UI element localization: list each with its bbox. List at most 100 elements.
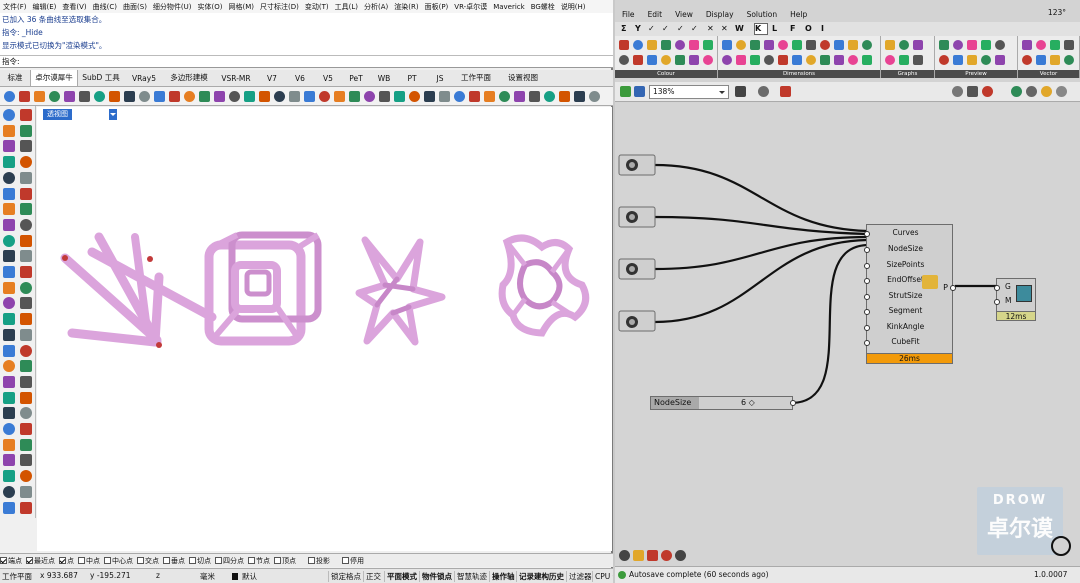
toolbar-tool-icon[interactable] bbox=[4, 91, 15, 102]
side-tool-icon[interactable] bbox=[3, 391, 15, 404]
side-tool-icon[interactable] bbox=[20, 470, 32, 483]
menu-item[interactable]: 变动(T) bbox=[302, 2, 332, 12]
toolbar-tool-icon[interactable] bbox=[559, 91, 570, 102]
toolbar-tool-icon[interactable] bbox=[424, 91, 435, 102]
side-tool-icon[interactable] bbox=[3, 250, 15, 263]
toolbar-tool-icon[interactable] bbox=[349, 91, 360, 102]
side-tool-icon[interactable] bbox=[3, 140, 15, 153]
ribbon-group-label[interactable]: Preview bbox=[935, 70, 1017, 78]
side-tool-icon[interactable] bbox=[20, 218, 32, 231]
ribbon-component-icon[interactable] bbox=[967, 55, 977, 65]
navigation-ball-icon[interactable] bbox=[1051, 536, 1071, 556]
gh-menu-item[interactable]: View bbox=[668, 10, 699, 19]
input-endoffset[interactable]: EndOffset bbox=[867, 275, 954, 284]
toolbar-tool-icon[interactable] bbox=[529, 91, 540, 102]
side-tool-icon[interactable] bbox=[20, 313, 32, 326]
osnap-checkbox[interactable]: 顶点 bbox=[274, 556, 296, 566]
ribbon-component-icon[interactable] bbox=[778, 40, 788, 50]
side-tool-icon[interactable] bbox=[20, 124, 32, 137]
output-p[interactable]: P bbox=[943, 283, 948, 292]
osnap-checkbox[interactable]: 节点 bbox=[248, 556, 270, 566]
toolbar-tab[interactable]: V5 bbox=[314, 72, 342, 86]
side-tool-icon[interactable] bbox=[20, 266, 32, 278]
toolbar-tab[interactable]: 卓尔谟犀牛 bbox=[30, 70, 78, 86]
toolbar-tool-icon[interactable] bbox=[379, 91, 390, 102]
toolbar-tool-icon[interactable] bbox=[34, 91, 45, 102]
toolbar-tool-icon[interactable] bbox=[214, 91, 225, 102]
toolbar-tool-icon[interactable] bbox=[499, 91, 510, 102]
side-tool-icon[interactable] bbox=[3, 203, 15, 216]
osnap-checkbox[interactable]: 中心点 bbox=[104, 556, 133, 566]
checkbox-box[interactable] bbox=[0, 557, 7, 564]
open-file-icon[interactable] bbox=[620, 86, 631, 97]
input-strutsize[interactable]: StrutSize bbox=[867, 291, 954, 300]
ribbon-component-icon[interactable] bbox=[820, 40, 830, 50]
toolbar-tab[interactable]: JS bbox=[426, 72, 454, 86]
display-mesh-icon[interactable] bbox=[952, 86, 963, 97]
side-tool-icon[interactable] bbox=[3, 109, 15, 121]
toolbar-tool-icon[interactable] bbox=[124, 91, 135, 102]
save-file-icon[interactable] bbox=[634, 86, 645, 97]
ribbon-component-icon[interactable] bbox=[689, 55, 699, 65]
input-sizepoints[interactable]: SizePoints bbox=[867, 260, 954, 269]
input-port-dot[interactable] bbox=[864, 294, 870, 300]
ribbon-component-icon[interactable] bbox=[633, 40, 643, 50]
ribbon-component-icon[interactable] bbox=[862, 55, 872, 65]
zoom-dropdown[interactable]: 138% bbox=[649, 85, 729, 99]
toolbar-tool-icon[interactable] bbox=[394, 91, 405, 102]
gh-tab[interactable]: L bbox=[772, 23, 777, 35]
gh-menu-item[interactable]: Edit bbox=[641, 10, 669, 19]
toolbar-tool-icon[interactable] bbox=[169, 91, 180, 102]
side-tool-icon[interactable] bbox=[3, 423, 15, 435]
display-wire-icon[interactable] bbox=[967, 86, 978, 97]
toolbar-tab[interactable]: PeT bbox=[342, 72, 370, 86]
toolbar-tool-icon[interactable] bbox=[274, 91, 285, 102]
ribbon-component-icon[interactable] bbox=[703, 55, 713, 65]
gh-cluster-icon[interactable] bbox=[647, 550, 658, 561]
ribbon-component-icon[interactable] bbox=[939, 40, 949, 50]
toolbar-tool-icon[interactable] bbox=[574, 91, 585, 102]
side-tool-icon[interactable] bbox=[3, 438, 15, 451]
paint-icon[interactable] bbox=[780, 86, 791, 97]
side-tool-icon[interactable] bbox=[3, 344, 15, 357]
ribbon-component-icon[interactable] bbox=[778, 55, 788, 65]
osnap-checkbox[interactable]: 端点 bbox=[0, 556, 22, 566]
input-port-dot[interactable] bbox=[994, 285, 1000, 291]
input-port-dot[interactable] bbox=[864, 231, 870, 237]
checkbox-box[interactable] bbox=[163, 557, 170, 564]
curve-param-nodes[interactable] bbox=[618, 154, 656, 332]
side-tool-icon[interactable] bbox=[3, 171, 15, 184]
gh-menu-item[interactable]: File bbox=[615, 10, 641, 19]
toolbar-tab[interactable]: WB bbox=[370, 72, 398, 86]
viewport-menu-arrow-icon[interactable] bbox=[109, 109, 117, 120]
toolbar-tool-icon[interactable] bbox=[64, 91, 75, 102]
globe-icon[interactable] bbox=[1011, 86, 1022, 97]
ribbon-component-icon[interactable] bbox=[792, 40, 802, 50]
menu-item[interactable]: 面板(P) bbox=[422, 2, 452, 12]
ribbon-component-icon[interactable] bbox=[953, 40, 963, 50]
menu-item[interactable]: 曲线(C) bbox=[90, 2, 120, 12]
toolbar-tool-icon[interactable] bbox=[484, 91, 495, 102]
ribbon-component-icon[interactable] bbox=[1036, 55, 1046, 65]
ribbon-component-icon[interactable] bbox=[848, 55, 858, 65]
menu-item[interactable]: 查看(V) bbox=[59, 2, 89, 12]
ribbon-component-icon[interactable] bbox=[967, 40, 977, 50]
checkbox-box[interactable] bbox=[274, 557, 281, 564]
sketch-icon[interactable] bbox=[735, 86, 746, 97]
side-tool-icon[interactable] bbox=[3, 470, 15, 483]
side-tool-icon[interactable] bbox=[3, 360, 15, 373]
gh-tab[interactable]: O bbox=[805, 23, 812, 35]
gh-tab[interactable]: W bbox=[735, 23, 744, 35]
side-tool-icon[interactable] bbox=[3, 266, 15, 278]
toolbar-tool-icon[interactable] bbox=[229, 91, 240, 102]
side-tool-icon[interactable] bbox=[20, 328, 32, 341]
ribbon-component-icon[interactable] bbox=[806, 40, 816, 50]
ribbon-component-icon[interactable] bbox=[913, 55, 923, 65]
toggle-lock-grid[interactable]: 锁定格点 bbox=[328, 571, 361, 582]
menu-item[interactable]: 尺寸标注(D) bbox=[257, 2, 302, 12]
input-port-dot[interactable] bbox=[994, 299, 1000, 305]
gh-menu-item[interactable]: Solution bbox=[740, 10, 784, 19]
gh-plugin-icon[interactable] bbox=[633, 550, 644, 561]
ribbon-component-icon[interactable] bbox=[1064, 40, 1074, 50]
ribbon-component-icon[interactable] bbox=[661, 40, 671, 50]
